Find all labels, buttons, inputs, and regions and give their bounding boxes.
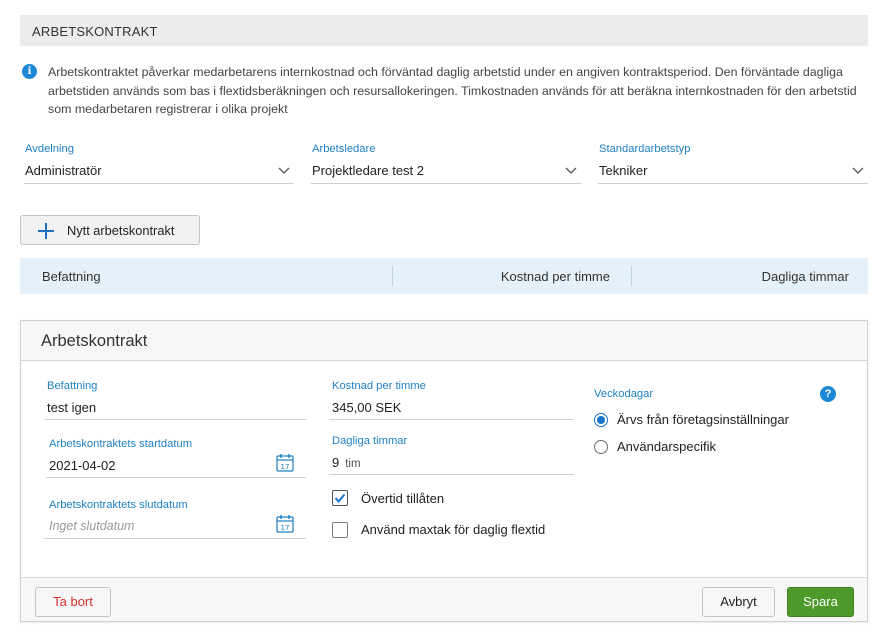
weekdays-label: Veckodagar — [594, 388, 654, 400]
work-type-value: Tekniker — [599, 163, 648, 178]
contracts-table-header: Befattning Kostnad per timme Dagliga tim… — [20, 258, 868, 294]
max-flex-checkbox[interactable] — [332, 522, 348, 538]
chevron-down-icon — [565, 167, 577, 174]
column-header-cost[interactable]: Kostnad per timme — [501, 269, 610, 284]
checkmark-icon — [334, 493, 346, 504]
contract-card: Arbetskontrakt Befattning test igen Arbe… — [20, 320, 868, 622]
weekdays-inherit-radio[interactable] — [594, 413, 608, 427]
info-text: Arbetskontraktet påverkar medarbetarens … — [48, 65, 857, 116]
manager-value: Projektledare test 2 — [312, 163, 425, 178]
cost-per-hour-field[interactable]: Kostnad per timme 345,00 SEK — [329, 380, 574, 420]
position-value: test igen — [47, 400, 97, 415]
help-icon[interactable]: ? — [820, 386, 836, 402]
end-date-placeholder: Inget slutdatum — [49, 519, 135, 533]
overtime-label[interactable]: Övertid tillåten — [361, 491, 444, 506]
info-icon: i — [22, 64, 37, 79]
department-dropdown[interactable]: Avdelning Administratör — [24, 143, 294, 184]
column-header-position[interactable]: Befattning — [42, 269, 101, 284]
chevron-down-icon — [278, 167, 290, 174]
cancel-button[interactable]: Avbryt — [702, 587, 775, 617]
end-date-label: Arbetskontraktets slutdatum — [49, 499, 188, 511]
new-contract-label: Nytt arbetskontrakt — [67, 223, 175, 238]
svg-text:17: 17 — [281, 463, 290, 471]
overtime-checkbox[interactable] — [332, 490, 348, 506]
card-title: Arbetskontrakt — [41, 332, 148, 350]
column-header-daily-hours[interactable]: Dagliga timmar — [762, 269, 849, 284]
save-button[interactable]: Spara — [787, 587, 854, 617]
department-value: Administratör — [25, 163, 102, 178]
delete-button[interactable]: Ta bort — [35, 587, 111, 617]
start-date-value: 2021-04-02 — [49, 458, 116, 473]
column-divider — [631, 266, 632, 286]
column-divider — [392, 266, 393, 286]
daily-hours-value: 9 — [332, 455, 340, 470]
start-date-label: Arbetskontraktets startdatum — [49, 438, 193, 450]
new-contract-button[interactable]: Nytt arbetskontrakt — [20, 215, 200, 245]
work-type-dropdown[interactable]: Standardarbetstyp Tekniker — [598, 143, 868, 184]
department-label: Avdelning — [25, 143, 74, 155]
end-date-field[interactable]: Arbetskontraktets slutdatum Inget slutda… — [44, 499, 306, 539]
daily-hours-input: 9 tim — [332, 455, 361, 470]
weekdays-user-specific-radio[interactable] — [594, 440, 608, 454]
cost-per-hour-label: Kostnad per timme — [332, 380, 426, 392]
max-flex-label[interactable]: Använd maxtak för daglig flextid — [361, 522, 545, 537]
start-date-field[interactable]: Arbetskontraktets startdatum 2021-04-02 … — [46, 438, 306, 478]
position-label: Befattning — [47, 380, 98, 392]
card-footer: Ta bort Avbryt Spara — [21, 577, 867, 621]
calendar-icon[interactable]: 17 — [276, 514, 294, 533]
section-header: ARBETSKONTRAKT — [20, 15, 868, 46]
section-title: ARBETSKONTRAKT — [32, 24, 158, 39]
weekdays-inherit-label[interactable]: Ärvs från företagsinställningar — [617, 412, 789, 427]
chevron-down-icon — [852, 167, 864, 174]
weekdays-user-specific-label[interactable]: Användarspecifik — [617, 439, 716, 454]
plus-icon — [38, 223, 54, 239]
daily-hours-field[interactable]: Dagliga timmar 9 tim — [329, 435, 574, 475]
manager-label: Arbetsledare — [312, 143, 376, 155]
card-header: Arbetskontrakt — [21, 321, 867, 361]
cost-per-hour-value: 345,00 SEK — [332, 400, 402, 415]
manager-dropdown[interactable]: Arbetsledare Projektledare test 2 — [311, 143, 581, 184]
daily-hours-label: Dagliga timmar — [332, 435, 408, 447]
svg-text:17: 17 — [281, 524, 290, 532]
position-field[interactable]: Befattning test igen — [44, 380, 306, 420]
work-type-label: Standardarbetstyp — [599, 143, 691, 155]
daily-hours-unit: tim — [345, 458, 361, 470]
calendar-icon[interactable]: 17 — [276, 453, 294, 472]
